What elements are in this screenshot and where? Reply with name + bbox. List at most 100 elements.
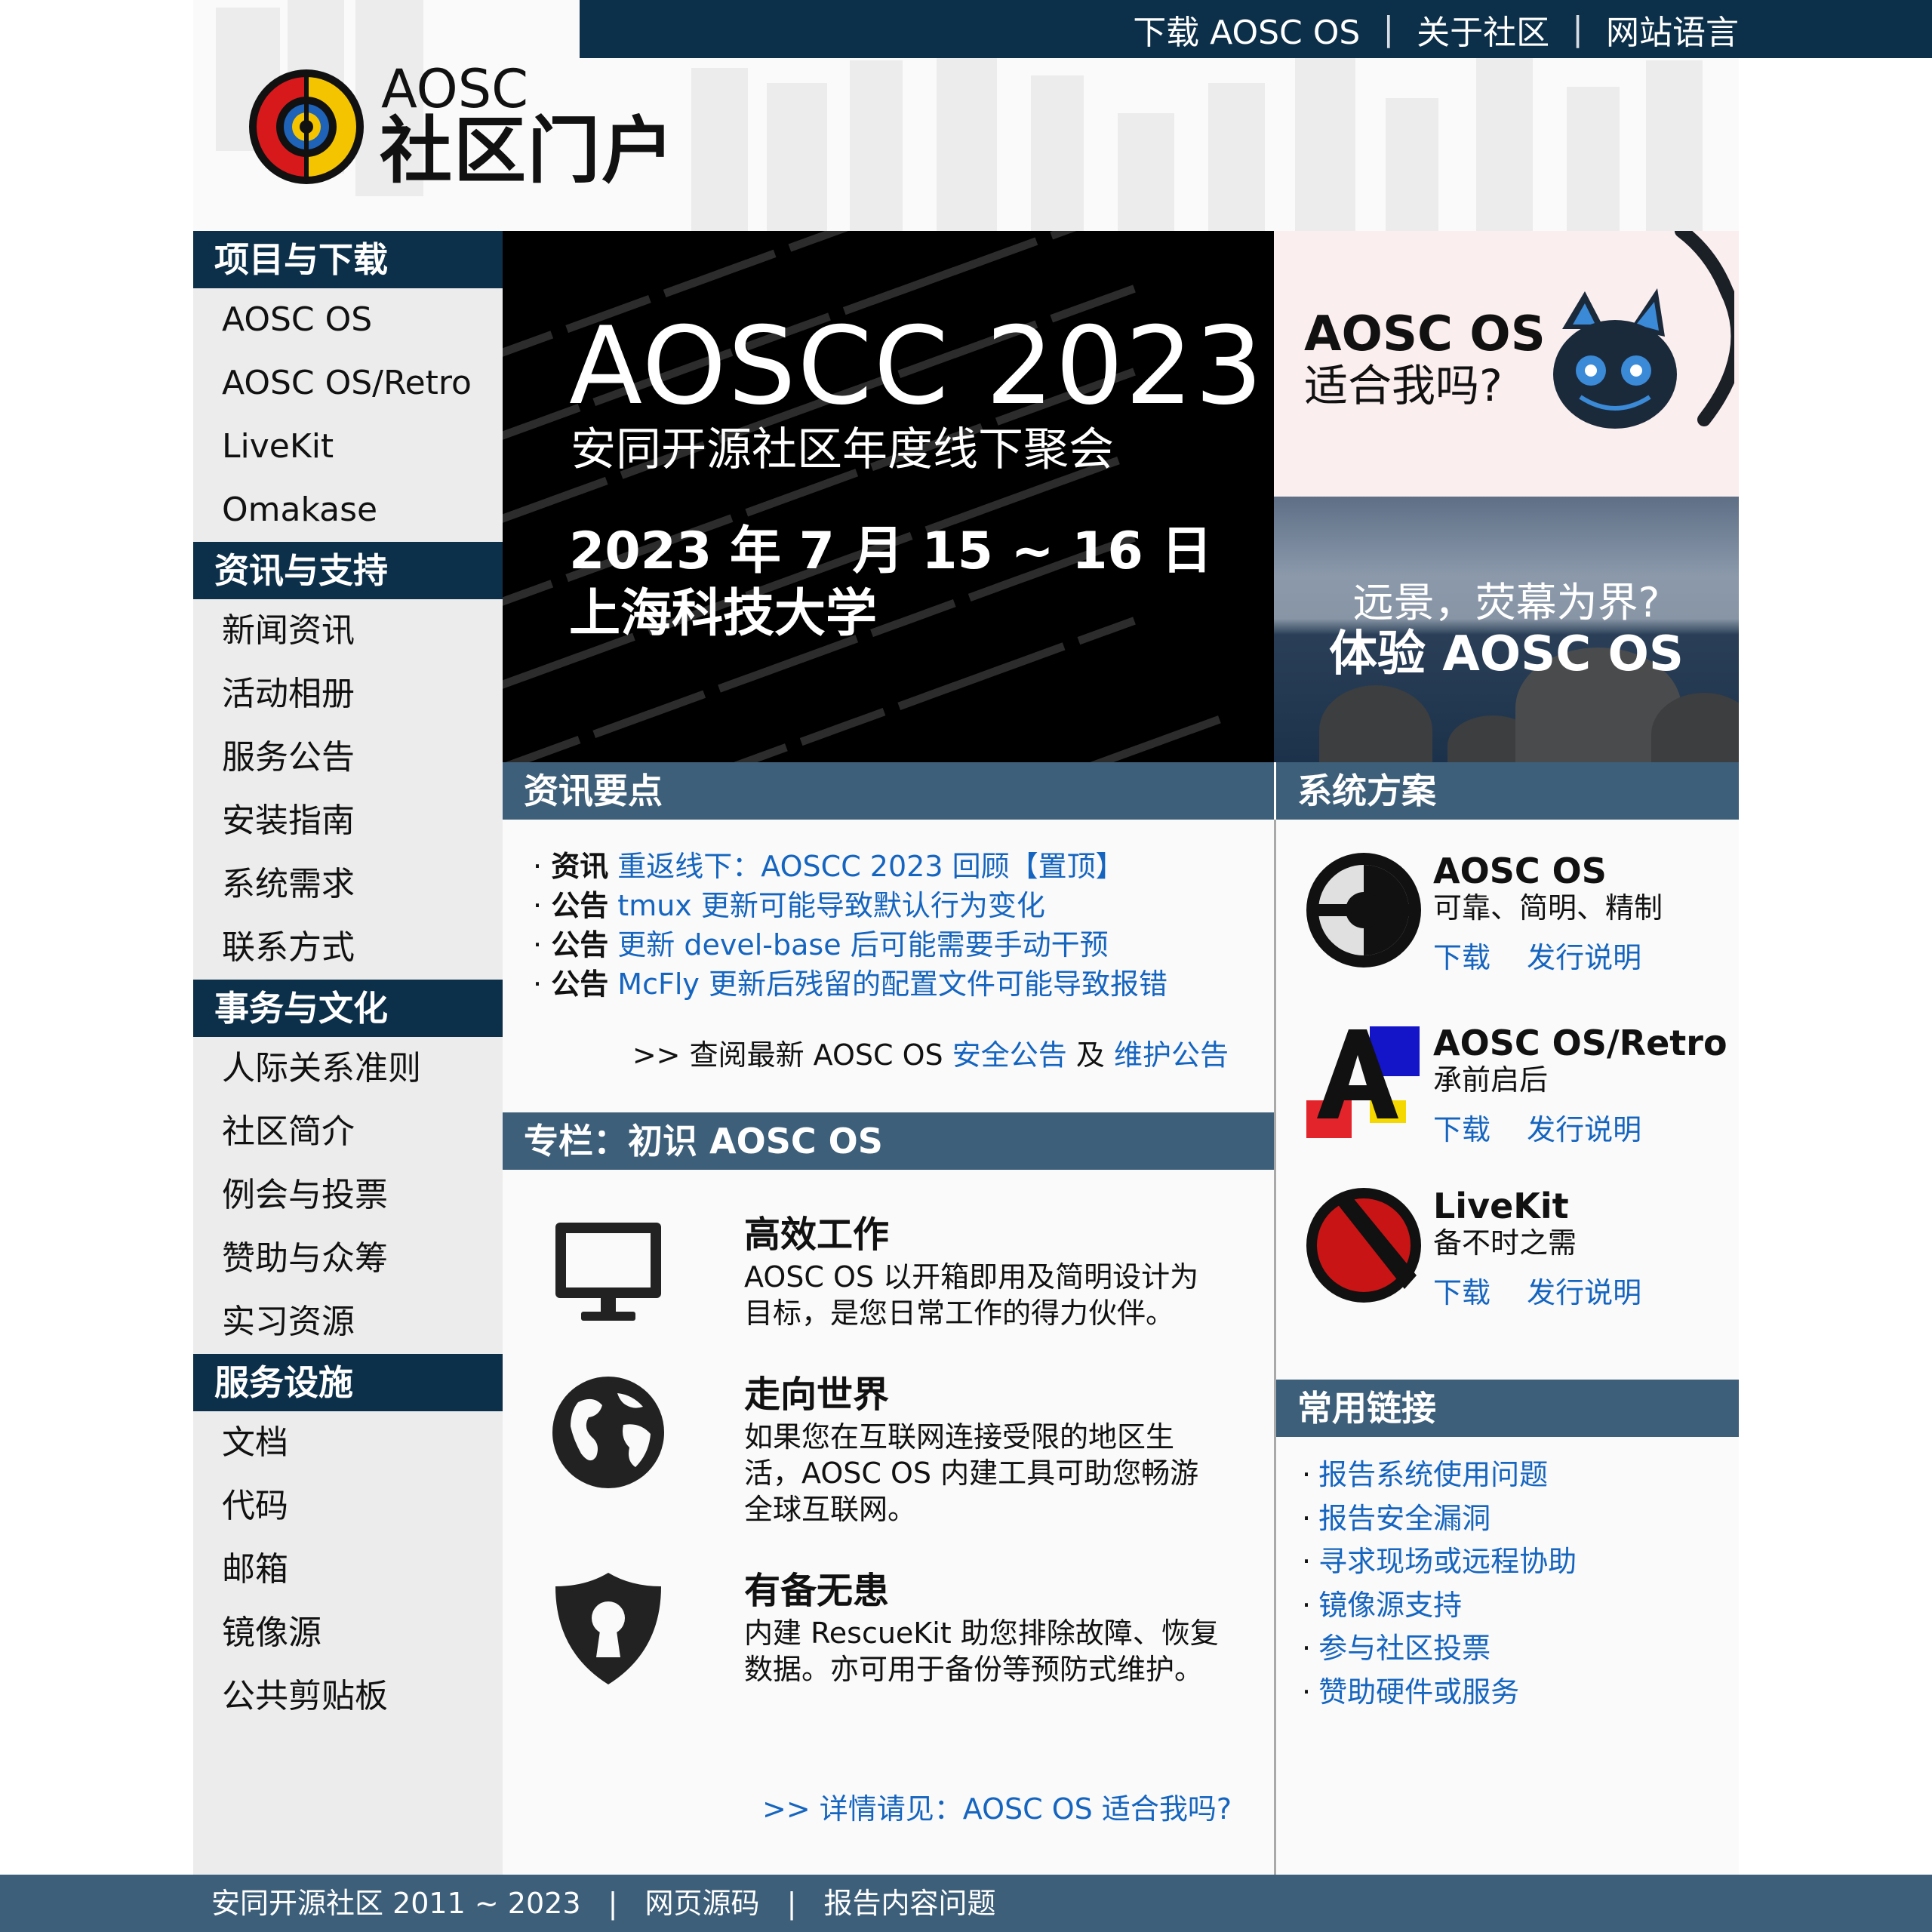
release-notes-link[interactable]: 发行说明 xyxy=(1527,941,1641,974)
sidebar-item-meetings-votes[interactable]: 例会与投票 xyxy=(193,1164,503,1227)
aoscc-banner[interactable]: ━━ ━━━ ━━━━ ━━━━━━ ━━━━ ━━━ ━━━━━ ━━━ ━━… xyxy=(503,231,1274,762)
sidebar-item-news[interactable]: 新闻资讯 xyxy=(193,599,503,663)
system-links: 下载 发行说明 xyxy=(1433,939,1669,977)
release-notes-link[interactable]: 发行说明 xyxy=(1527,1276,1641,1309)
topnav-download[interactable]: 下载 AOSC OS xyxy=(1133,5,1360,54)
news-link[interactable]: McFly 更新后残留的配置文件可能导致报错 xyxy=(617,968,1168,1001)
sidebar-item-livekit[interactable]: LiveKit xyxy=(193,415,503,478)
top-navigation: 下载 AOSC OS | 关于社区 | 网站语言 xyxy=(580,0,1932,58)
topnav-separator: | xyxy=(1383,10,1395,48)
list-item: · 公告 tmux 更新可能导致默认行为变化 xyxy=(533,886,1168,925)
sidebar-item-aosc-os-retro[interactable]: AOSC OS/Retro xyxy=(193,352,503,415)
sidebar-section-title: 项目与下载 xyxy=(193,231,503,288)
list-item: · 赞助硬件或服务 xyxy=(1302,1671,1577,1715)
sidebar-item-mirrors[interactable]: 镜像源 xyxy=(193,1601,503,1665)
news-list: · 资讯 重返线下：AOSCC 2023 回顾【置顶】 · 公告 tmux 更新… xyxy=(533,847,1168,1004)
sidebar-item-about-community[interactable]: 社区简介 xyxy=(193,1100,503,1164)
sidebar: 项目与下载 AOSC OS AOSC OS/Retro LiveKit Omak… xyxy=(193,231,503,1875)
list-item: · 报告安全漏洞 xyxy=(1302,1497,1577,1541)
sidebar-item-mail[interactable]: 邮箱 xyxy=(193,1538,503,1601)
monitor-icon xyxy=(555,1223,661,1321)
sidebar-section-title: 服务设施 xyxy=(193,1354,503,1411)
is-aosc-for-me-link[interactable]: >> 详情请见：AOSC OS 适合我吗? xyxy=(762,1790,1232,1828)
link-sponsor-hardware[interactable]: 赞助硬件或服务 xyxy=(1318,1675,1519,1709)
feature-title: 高效工作 xyxy=(744,1214,890,1256)
list-item: · 报告系统使用问题 xyxy=(1302,1454,1577,1497)
promo-line-1: AOSC OS xyxy=(1304,306,1546,362)
maintenance-notices-link[interactable]: 维护公告 xyxy=(1114,1038,1229,1072)
sidebar-item-omakase[interactable]: Omakase xyxy=(193,478,503,542)
sidebar-item-contact[interactable]: 联系方式 xyxy=(193,916,503,980)
column-header: 专栏：初识 AOSC OS xyxy=(503,1112,1274,1170)
link-community-vote[interactable]: 参与社区投票 xyxy=(1318,1632,1491,1665)
sidebar-section-title: 资讯与支持 xyxy=(193,542,503,599)
aosc-logo-icon[interactable] xyxy=(246,66,367,187)
news-more: >> 查阅最新 AOSC OS 安全公告 及 维护公告 xyxy=(632,1035,1229,1075)
system-name: AOSC OS/Retro xyxy=(1433,1023,1727,1063)
bullet: · xyxy=(533,889,543,922)
bullet: · xyxy=(533,928,543,961)
sidebar-item-docs[interactable]: 文档 xyxy=(193,1411,503,1475)
security-advisories-link[interactable]: 安全公告 xyxy=(952,1038,1067,1072)
systems-header: 系统方案 xyxy=(1276,762,1739,820)
shield-keyhole-icon xyxy=(555,1573,661,1684)
cat-mascot-icon xyxy=(1553,231,1734,429)
bullet: · xyxy=(1302,1545,1312,1578)
download-link[interactable]: 下载 xyxy=(1433,941,1491,974)
sidebar-item-sponsorship[interactable]: 赞助与众筹 xyxy=(193,1227,503,1291)
sidebar-item-gallery[interactable]: 活动相册 xyxy=(193,663,503,726)
banner-title: AOSCC 2023 xyxy=(569,304,1265,429)
news-link[interactable]: 重返线下：AOSCC 2023 回顾【置顶】 xyxy=(617,850,1124,883)
feature-description: 如果您在互联网连接受限的地区生活，AOSC OS 内建工具可助您畅游全球互联网。 xyxy=(744,1420,1199,1526)
sidebar-item-service-notices[interactable]: 服务公告 xyxy=(193,726,503,789)
list-item: · 公告 更新 devel-base 后可能需要手动干预 xyxy=(533,925,1168,964)
footer: 安同开源社区 2011 ~ 2023 | 网页源码 | 报告内容问题 xyxy=(0,1875,1932,1932)
retro-icon xyxy=(1306,1026,1420,1138)
site-title[interactable]: 社区门户 xyxy=(380,109,675,192)
sidebar-item-requirements[interactable]: 系统需求 xyxy=(193,853,503,916)
bullet: · xyxy=(1302,1588,1312,1622)
footer-report-link[interactable]: 报告内容问题 xyxy=(824,1887,996,1920)
news-tag: 公告 xyxy=(551,928,609,961)
release-notes-link[interactable]: 发行说明 xyxy=(1527,1113,1641,1146)
download-link[interactable]: 下载 xyxy=(1433,1276,1491,1309)
banner-subtitle: 安同开源社区年度线下聚会 xyxy=(571,423,1114,476)
news-tag: 公告 xyxy=(551,889,609,922)
sidebar-item-code[interactable]: 代码 xyxy=(193,1475,503,1538)
globe-icon xyxy=(552,1377,664,1488)
sidebar-item-aosc-os[interactable]: AOSC OS xyxy=(193,288,503,352)
promo-try-aosc[interactable]: 远景，荧幕为界? 体验 AOSC OS xyxy=(1274,497,1739,762)
links-panel: · 报告系统使用问题 · 报告安全漏洞 · 寻求现场或远程协助 · 镜像源支持 · 参与社… xyxy=(1276,1437,1739,1875)
news-link[interactable]: 更新 devel-base 后可能需要手动干预 xyxy=(617,928,1108,961)
link-mirror-support[interactable]: 镜像源支持 xyxy=(1318,1589,1462,1622)
topnav-language[interactable]: 网站语言 xyxy=(1606,5,1739,54)
news-tag: 公告 xyxy=(551,968,609,1001)
feature-title: 走向世界 xyxy=(744,1374,890,1416)
system-links: 下载 发行说明 xyxy=(1433,1274,1669,1312)
feature-description: 内建 RescueKit 助您排除故障、恢复数据。亦可用于备份等预防式维护。 xyxy=(744,1617,1219,1686)
bullet: · xyxy=(1302,1458,1312,1491)
sidebar-item-internship[interactable]: 实习资源 xyxy=(193,1291,503,1354)
footer-separator: | xyxy=(608,1887,618,1920)
links-header: 常用链接 xyxy=(1276,1380,1739,1437)
link-report-vulnerability[interactable]: 报告安全漏洞 xyxy=(1318,1502,1491,1535)
sidebar-item-code-of-conduct[interactable]: 人际关系准则 xyxy=(193,1037,503,1100)
link-request-assistance[interactable]: 寻求现场或远程协助 xyxy=(1318,1545,1577,1578)
topnav-about[interactable]: 关于社区 xyxy=(1417,5,1549,54)
bullet: · xyxy=(533,850,543,883)
footer-source-link[interactable]: 网页源码 xyxy=(645,1887,760,1920)
bullet: · xyxy=(1302,1501,1312,1535)
link-report-usage-issue[interactable]: 报告系统使用问题 xyxy=(1318,1458,1548,1491)
download-link[interactable]: 下载 xyxy=(1433,1113,1491,1146)
promo-question: 远景，荧幕为界? xyxy=(1352,579,1660,626)
sidebar-item-pastebin[interactable]: 公共剪贴板 xyxy=(193,1665,503,1728)
list-item: · 公告 McFly 更新后残留的配置文件可能导致报错 xyxy=(533,964,1168,1004)
promo-is-aosc-for-me[interactable]: AOSC OS 适合我吗? xyxy=(1274,231,1739,497)
list-item: · 参与社区投票 xyxy=(1302,1627,1577,1671)
system-tagline: 承前启后 xyxy=(1433,1063,1549,1097)
system-links: 下载 发行说明 xyxy=(1433,1111,1669,1149)
banner-date: 2023 年 7 月 15 ~ 16 日 xyxy=(569,521,1213,581)
system-tagline: 备不时之需 xyxy=(1433,1226,1577,1260)
news-link[interactable]: tmux 更新可能导致默认行为变化 xyxy=(617,889,1045,922)
sidebar-item-install-guide[interactable]: 安装指南 xyxy=(193,789,503,853)
